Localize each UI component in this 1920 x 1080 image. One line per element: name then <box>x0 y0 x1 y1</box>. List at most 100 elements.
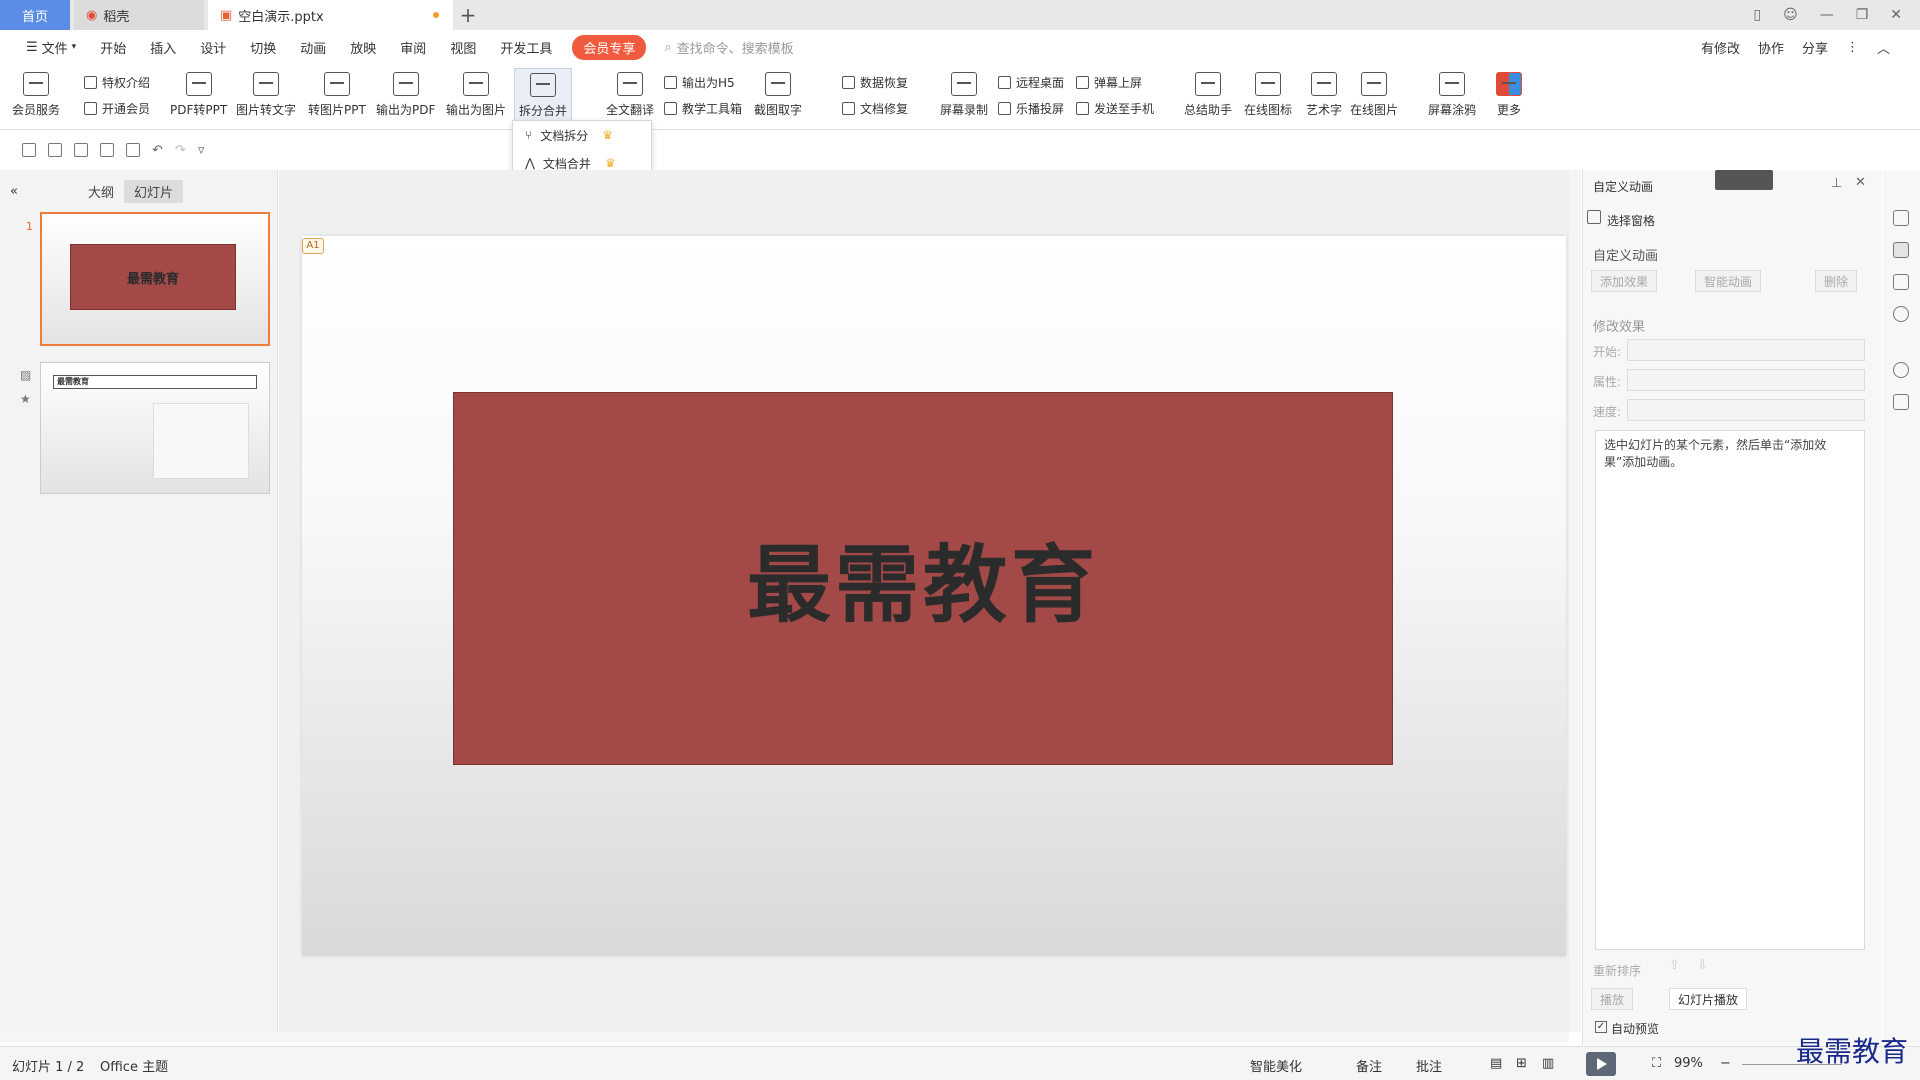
animation-badge[interactable]: A1 <box>302 238 324 254</box>
art-text-button[interactable]: 艺术字 <box>1306 72 1342 118</box>
to-img-ppt-button[interactable]: 转图片PPT <box>308 72 366 118</box>
more-button[interactable]: 更多 <box>1496 72 1522 118</box>
more-icon[interactable]: ⋮ <box>1846 40 1859 55</box>
slide-thumbnail-2[interactable]: 最需教育 <box>40 362 270 494</box>
select-pane-link[interactable]: 选择窗格 <box>1607 212 1655 229</box>
teaching-tools-button[interactable]: 教学工具箱 <box>664 100 742 117</box>
smart-beautify-button[interactable]: 智能美化 <box>1250 1056 1302 1075</box>
menu-file[interactable]: ☰ 文件 ▾ <box>14 38 88 57</box>
split-merge-button[interactable]: 拆分合并 <box>514 68 573 122</box>
export-h5-button[interactable]: 输出为H5 <box>664 74 735 91</box>
send-phone-button[interactable]: 发送至手机 <box>1076 100 1154 117</box>
tab-docer[interactable]: ◉ 稻壳 <box>74 0 204 30</box>
pane-title[interactable]: 自定义动画 <box>1593 178 1653 195</box>
pin-icon[interactable]: ⊥ <box>1831 176 1842 191</box>
menu-item[interactable]: 设计 <box>188 38 238 57</box>
open-vip-button[interactable]: 开通会员 <box>84 100 150 117</box>
restore-button[interactable]: ❐ <box>1856 7 1869 23</box>
minimize-button[interactable]: — <box>1820 7 1834 23</box>
play-button[interactable]: 播放 <box>1591 988 1634 1010</box>
add-effect-button[interactable]: 添加效果 <box>1591 270 1658 292</box>
property-select[interactable] <box>1627 369 1865 391</box>
comments-button[interactable]: 批注 <box>1416 1056 1442 1075</box>
save-icon[interactable] <box>48 143 62 157</box>
summary-button[interactable]: 总结助手 <box>1184 72 1232 118</box>
zoom-level[interactable]: 99% <box>1674 1056 1703 1071</box>
notes-button[interactable]: 备注 <box>1356 1056 1382 1075</box>
tab-outline[interactable]: 大纲 <box>78 180 124 203</box>
format-painter-icon[interactable] <box>74 143 88 157</box>
screenshot-ocr-button[interactable]: 截图取字 <box>754 72 802 118</box>
screen-draw-button[interactable]: 屏幕涂鸦 <box>1428 72 1476 118</box>
title-shape[interactable]: 最需教育 <box>453 392 1393 765</box>
normal-view-icon[interactable]: ▤ <box>1490 1056 1502 1071</box>
menu-item[interactable]: 插入 <box>138 38 188 57</box>
close-pane-icon[interactable]: ✕ <box>1855 175 1866 190</box>
remote-desktop-button[interactable]: 远程桌面 <box>998 74 1064 91</box>
slide-thumbnail-1[interactable]: 最需教育 <box>40 212 270 346</box>
screen-record-button[interactable]: 屏幕录制 <box>940 72 988 118</box>
command-search[interactable]: ⌕ 查找命令、搜索模板 <box>664 38 793 57</box>
close-button[interactable]: ✕ <box>1890 7 1902 23</box>
text-icon[interactable] <box>1893 394 1909 410</box>
share-button[interactable]: 分享 <box>1802 38 1828 57</box>
undo-icon[interactable]: ↶ <box>152 143 163 158</box>
pdf-to-ppt-button[interactable]: PDF转PPT <box>170 72 227 118</box>
collapse-ribbon-icon[interactable]: ︿ <box>1877 38 1890 57</box>
customize-qat-icon[interactable]: ▿ <box>198 143 205 158</box>
palette-icon[interactable] <box>1893 362 1909 378</box>
menu-item[interactable]: 切换 <box>238 38 288 57</box>
help-icon[interactable] <box>1893 306 1909 322</box>
theme-name[interactable]: Office 主题 <box>100 1056 168 1075</box>
privilege-button[interactable]: 特权介绍 <box>84 74 150 91</box>
slideshow-button[interactable]: 幻灯片播放 <box>1669 988 1748 1010</box>
menu-item[interactable]: 审阅 <box>388 38 438 57</box>
doc-repair-button[interactable]: 文档修复 <box>842 100 908 117</box>
collapse-panel-icon[interactable]: « <box>10 184 18 199</box>
collab-button[interactable]: 协作 <box>1758 38 1784 57</box>
slideshow-play-icon[interactable] <box>1586 1052 1616 1076</box>
layout-icon[interactable]: ▯ <box>1753 7 1761 23</box>
delete-button[interactable]: 删除 <box>1815 270 1858 292</box>
menu-item[interactable]: 动画 <box>288 38 338 57</box>
start-select[interactable] <box>1627 339 1865 361</box>
horizontal-scrollbar[interactable] <box>0 1032 1569 1042</box>
settings-sliders-icon[interactable] <box>1893 210 1909 226</box>
zoom-out-icon[interactable]: − <box>1720 1056 1731 1071</box>
menu-item[interactable]: 开发工具 <box>488 38 564 57</box>
smart-anim-button[interactable]: 智能动画 <box>1695 270 1762 292</box>
vertical-scrollbar[interactable] <box>1569 170 1581 1032</box>
data-recovery-button[interactable]: 数据恢复 <box>842 74 908 91</box>
online-icon-button[interactable]: 在线图标 <box>1244 72 1292 118</box>
export-pdf-button[interactable]: 输出为PDF <box>376 72 435 118</box>
online-img-button[interactable]: 在线图片 <box>1350 72 1398 118</box>
print-icon[interactable] <box>100 143 114 157</box>
img-to-text-button[interactable]: 图片转文字 <box>236 72 296 118</box>
sorter-view-icon[interactable]: ⊞ <box>1516 1056 1527 1071</box>
reading-view-icon[interactable]: ▥ <box>1542 1056 1554 1071</box>
tab-slides[interactable]: 幻灯片 <box>123 179 183 203</box>
move-down-icon[interactable]: ⇩ <box>1697 958 1708 973</box>
menu-item[interactable]: 开始 <box>88 38 138 57</box>
le-cast-button[interactable]: 乐播投屏 <box>998 100 1064 117</box>
auto-preview-checkbox[interactable]: ✓ <box>1595 1021 1607 1033</box>
member-service-button[interactable]: 会员服务 <box>12 72 60 118</box>
speed-select[interactable] <box>1627 399 1865 421</box>
animation-list[interactable]: 选中幻灯片的某个元素，然后单击“添加效果”添加动画。 <box>1595 430 1865 950</box>
tab-file[interactable]: ▣ 空白演示.pptx <box>208 0 453 30</box>
export-img-button[interactable]: 输出为图片 <box>446 72 506 118</box>
redo-icon[interactable]: ↷ <box>175 143 186 158</box>
tab-home[interactable]: 首页 <box>0 0 70 30</box>
fit-window-icon[interactable]: ⛶ <box>1652 1056 1661 1071</box>
modified-button[interactable]: 有修改 <box>1701 38 1740 57</box>
move-up-icon[interactable]: ⇧ <box>1669 958 1680 973</box>
new-tab-button[interactable]: + <box>453 0 483 30</box>
avatar[interactable]: ☺ <box>1783 7 1798 23</box>
vip-tab[interactable]: 会员专享 <box>572 34 647 60</box>
menu-item[interactable]: 视图 <box>438 38 488 57</box>
translate-button[interactable]: 全文翻译 <box>606 72 654 118</box>
animation-icon[interactable] <box>1893 242 1909 258</box>
new-icon[interactable] <box>22 143 36 157</box>
menu-item[interactable]: 放映 <box>338 38 388 57</box>
slides-icon[interactable] <box>1893 274 1909 290</box>
